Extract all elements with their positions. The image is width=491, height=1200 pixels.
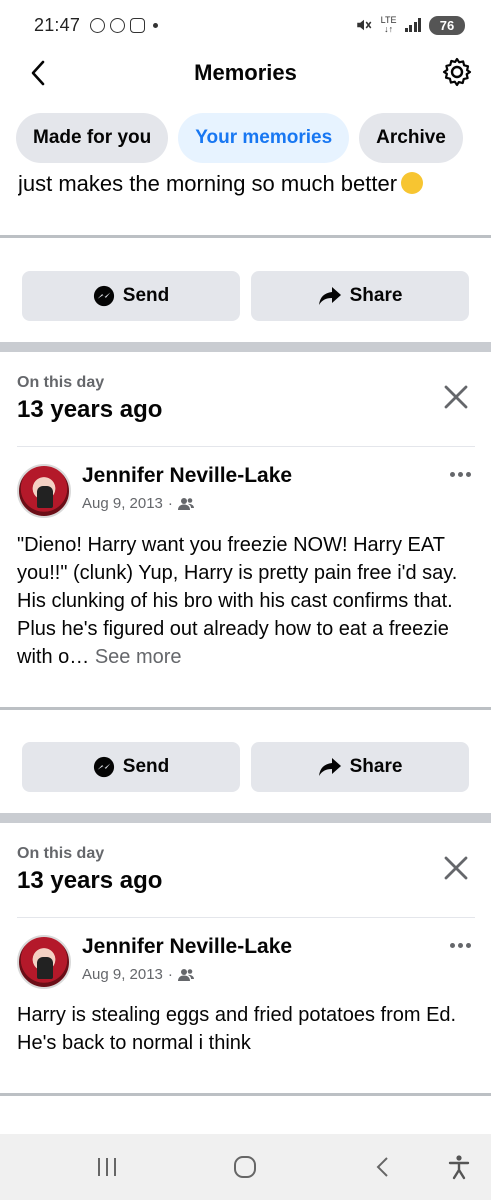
avatar[interactable] bbox=[17, 464, 71, 518]
post-date[interactable]: Aug 9, 2013 bbox=[82, 495, 163, 512]
section-divider bbox=[0, 813, 491, 823]
friends-icon bbox=[177, 497, 194, 510]
notification-icons bbox=[90, 17, 146, 33]
post-meta: Aug 9, 2013 · bbox=[82, 966, 194, 983]
app-header: Memories bbox=[0, 50, 491, 96]
tab-your-memories[interactable]: Your memories bbox=[178, 113, 350, 163]
page-title: Memories bbox=[194, 60, 297, 85]
post-options-button[interactable] bbox=[445, 935, 475, 955]
smile-emoji-icon bbox=[401, 172, 424, 194]
memory-header: On this day 13 years ago bbox=[17, 374, 477, 424]
back-chevron-icon bbox=[376, 1157, 388, 1177]
messenger-icon bbox=[93, 285, 114, 307]
memory-tabs: Made for you Your memories Archive bbox=[16, 113, 463, 163]
network-type: LTE ↓↑ bbox=[380, 15, 397, 34]
system-back-button[interactable] bbox=[366, 1152, 400, 1182]
close-icon bbox=[444, 385, 468, 409]
friends-icon bbox=[177, 968, 194, 981]
settings-button[interactable] bbox=[439, 54, 475, 90]
recent-apps-icon bbox=[98, 1158, 116, 1176]
section-divider bbox=[0, 342, 491, 352]
post-text: Harry is stealing eggs and fried potatoe… bbox=[17, 1004, 457, 1054]
share-arrow-icon bbox=[318, 287, 341, 305]
avatar[interactable] bbox=[17, 935, 71, 989]
recent-apps-button[interactable] bbox=[90, 1152, 124, 1182]
author-name[interactable]: Jennifer Neville-Lake bbox=[82, 464, 292, 488]
previous-post-text: just makes the morning so much better bbox=[18, 163, 478, 196]
signal-icon bbox=[404, 18, 421, 32]
post-header: Jennifer Neville-Lake Aug 9, 2013 · bbox=[17, 464, 477, 520]
post-options-button[interactable] bbox=[445, 464, 475, 484]
see-more-link[interactable]: See more bbox=[95, 646, 182, 668]
accessibility-icon bbox=[448, 1155, 470, 1180]
gear-icon bbox=[442, 57, 472, 87]
mute-icon bbox=[356, 19, 372, 31]
home-icon bbox=[234, 1156, 256, 1178]
accessibility-button[interactable] bbox=[442, 1152, 476, 1182]
post-meta: Aug 9, 2013 · bbox=[82, 495, 194, 512]
dismiss-memory-button[interactable] bbox=[439, 851, 473, 885]
post-text: "Dieno! Harry want you freezie NOW! Harr… bbox=[17, 534, 458, 668]
battery-indicator: 76 bbox=[429, 15, 465, 35]
divider bbox=[0, 707, 491, 710]
messenger-icon bbox=[93, 756, 114, 778]
instagram-icon bbox=[130, 17, 146, 33]
post-header: Jennifer Neville-Lake Aug 9, 2013 · bbox=[17, 935, 477, 991]
post-date[interactable]: Aug 9, 2013 bbox=[82, 966, 163, 983]
status-time: 21:47 bbox=[34, 14, 81, 35]
share-button[interactable]: Share bbox=[251, 742, 469, 792]
share-arrow-icon bbox=[318, 758, 341, 776]
years-ago-heading: 13 years ago bbox=[17, 396, 163, 423]
close-icon bbox=[444, 856, 468, 880]
author-name[interactable]: Jennifer Neville-Lake bbox=[82, 935, 292, 959]
divider bbox=[0, 1093, 491, 1096]
status-bar: 21:47 LTE ↓↑ 76 bbox=[0, 0, 491, 50]
on-this-day-label: On this day bbox=[17, 374, 105, 391]
system-navigation-bar bbox=[0, 1134, 491, 1200]
header-divider bbox=[17, 446, 475, 447]
tab-made-for-you[interactable]: Made for you bbox=[16, 113, 169, 163]
threads-icon bbox=[90, 17, 106, 33]
home-button[interactable] bbox=[228, 1152, 262, 1182]
action-row: Send Share bbox=[22, 271, 469, 321]
send-button[interactable]: Send bbox=[22, 742, 240, 792]
messenger-notification-icon bbox=[110, 17, 126, 33]
years-ago-heading: 13 years ago bbox=[17, 867, 163, 894]
memory-header: On this day 13 years ago bbox=[17, 845, 477, 895]
divider bbox=[0, 235, 491, 238]
action-row: Send Share bbox=[22, 742, 469, 792]
tab-archive[interactable]: Archive bbox=[359, 113, 463, 163]
dismiss-memory-button[interactable] bbox=[439, 380, 473, 414]
more-notifications-dot bbox=[153, 22, 159, 28]
share-button[interactable]: Share bbox=[251, 271, 469, 321]
send-button[interactable]: Send bbox=[22, 271, 240, 321]
header-divider bbox=[17, 917, 475, 918]
on-this-day-label: On this day bbox=[17, 845, 105, 862]
